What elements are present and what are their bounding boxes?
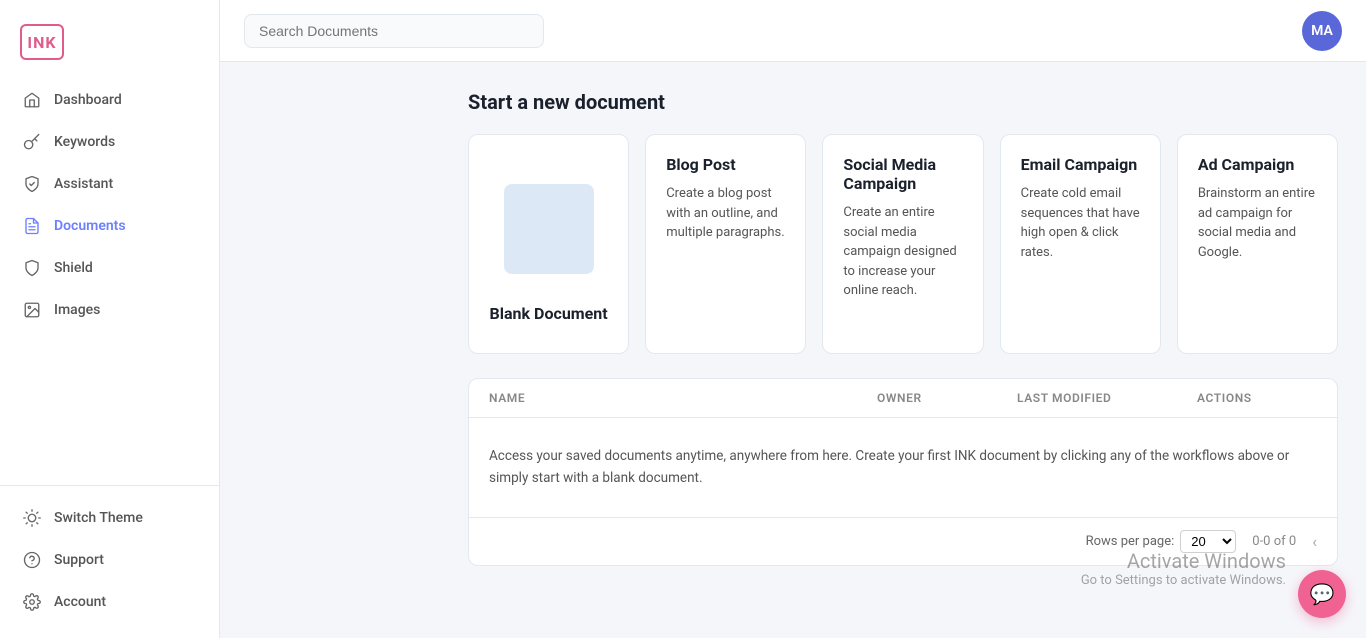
table-empty-message: Access your saved documents anytime, any…: [469, 418, 1337, 517]
home-icon: [22, 90, 42, 110]
sidebar-item-account[interactable]: Account: [10, 582, 209, 622]
assistant-icon: [22, 174, 42, 194]
sidebar-item-switch-theme[interactable]: Switch Theme: [10, 498, 209, 538]
sun-icon: [22, 508, 42, 528]
card-title-social: Social Media Campaign: [843, 155, 962, 193]
sidebar-item-shield[interactable]: Shield: [10, 248, 209, 288]
sidebar: INK Dashboard Keywords: [0, 0, 220, 638]
image-icon: [22, 300, 42, 320]
card-grid: Blank Document Blog Post Create a blog p…: [468, 134, 1338, 354]
nav-items: Dashboard Keywords Assistant: [0, 80, 219, 477]
help-circle-icon: [22, 550, 42, 570]
sidebar-label-switch-theme: Switch Theme: [54, 510, 143, 526]
sidebar-label-documents: Documents: [54, 218, 126, 234]
topbar: MA: [220, 0, 1366, 62]
sidebar-label-dashboard: Dashboard: [54, 92, 122, 108]
card-blog-post[interactable]: Blog Post Create a blog post with an out…: [645, 134, 806, 354]
sidebar-item-images[interactable]: Images: [10, 290, 209, 330]
logo[interactable]: INK: [20, 24, 64, 60]
section-title: Start a new document: [468, 90, 1338, 114]
card-title-blank: Blank Document: [490, 304, 608, 323]
shield-icon: [22, 258, 42, 278]
sidebar-item-assistant[interactable]: Assistant: [10, 164, 209, 204]
col-last-modified: Last Modified: [1017, 391, 1197, 405]
logo-container: INK: [0, 16, 219, 80]
rows-per-page-label: Rows per page:: [1086, 534, 1175, 549]
card-blank-document[interactable]: Blank Document: [468, 134, 629, 354]
pagination-info: 0-0 of 0: [1252, 534, 1296, 549]
rows-per-page: Rows per page: 20 50 100: [1086, 530, 1237, 553]
avatar[interactable]: MA: [1302, 11, 1342, 51]
col-owner: Owner: [877, 391, 1017, 405]
sidebar-label-support: Support: [54, 552, 104, 568]
table-footer: Rows per page: 20 50 100 0-0 of 0 ‹: [469, 517, 1337, 565]
table-header: Name Owner Last Modified Actions: [469, 379, 1337, 418]
sidebar-label-keywords: Keywords: [54, 134, 115, 150]
sidebar-label-assistant: Assistant: [54, 176, 113, 192]
rows-per-page-select[interactable]: 20 50 100: [1180, 530, 1236, 553]
card-desc-ad: Brainstorm an entire ad campaign for soc…: [1198, 184, 1317, 262]
sidebar-item-dashboard[interactable]: Dashboard: [10, 80, 209, 120]
sidebar-item-keywords[interactable]: Keywords: [10, 122, 209, 162]
chat-icon: 💬: [1310, 582, 1335, 606]
card-title-email: Email Campaign: [1021, 155, 1138, 174]
pagination-prev[interactable]: ‹: [1312, 532, 1317, 551]
card-desc-social: Create an entire social media campaign d…: [843, 203, 962, 301]
card-email-campaign[interactable]: Email Campaign Create cold email sequenc…: [1000, 134, 1161, 354]
card-ad-campaign[interactable]: Ad Campaign Brainstorm an entire ad camp…: [1177, 134, 1338, 354]
sidebar-item-documents[interactable]: Documents: [10, 206, 209, 246]
card-desc-email: Create cold email sequences that have hi…: [1021, 184, 1140, 262]
main-content: Start a new document Blank Document Blog…: [440, 62, 1366, 638]
key-icon: [22, 132, 42, 152]
chat-bubble[interactable]: 💬: [1298, 570, 1346, 618]
col-name: Name: [489, 391, 877, 405]
card-title-blog: Blog Post: [666, 155, 735, 174]
sidebar-label-images: Images: [54, 302, 100, 318]
sidebar-label-account: Account: [54, 594, 106, 610]
card-desc-blog: Create a blog post with an outline, and …: [666, 184, 785, 243]
search-input[interactable]: [244, 14, 544, 48]
card-social-media[interactable]: Social Media Campaign Create an entire s…: [822, 134, 983, 354]
blank-doc-thumb: [504, 184, 594, 274]
settings-icon: [22, 592, 42, 612]
card-title-ad: Ad Campaign: [1198, 155, 1295, 174]
documents-table: Name Owner Last Modified Actions Access …: [468, 378, 1338, 566]
file-icon: [22, 216, 42, 236]
sidebar-bottom: Switch Theme Support Account: [0, 485, 219, 622]
col-actions: Actions: [1197, 391, 1317, 405]
sidebar-label-shield: Shield: [54, 260, 93, 276]
sidebar-item-support[interactable]: Support: [10, 540, 209, 580]
